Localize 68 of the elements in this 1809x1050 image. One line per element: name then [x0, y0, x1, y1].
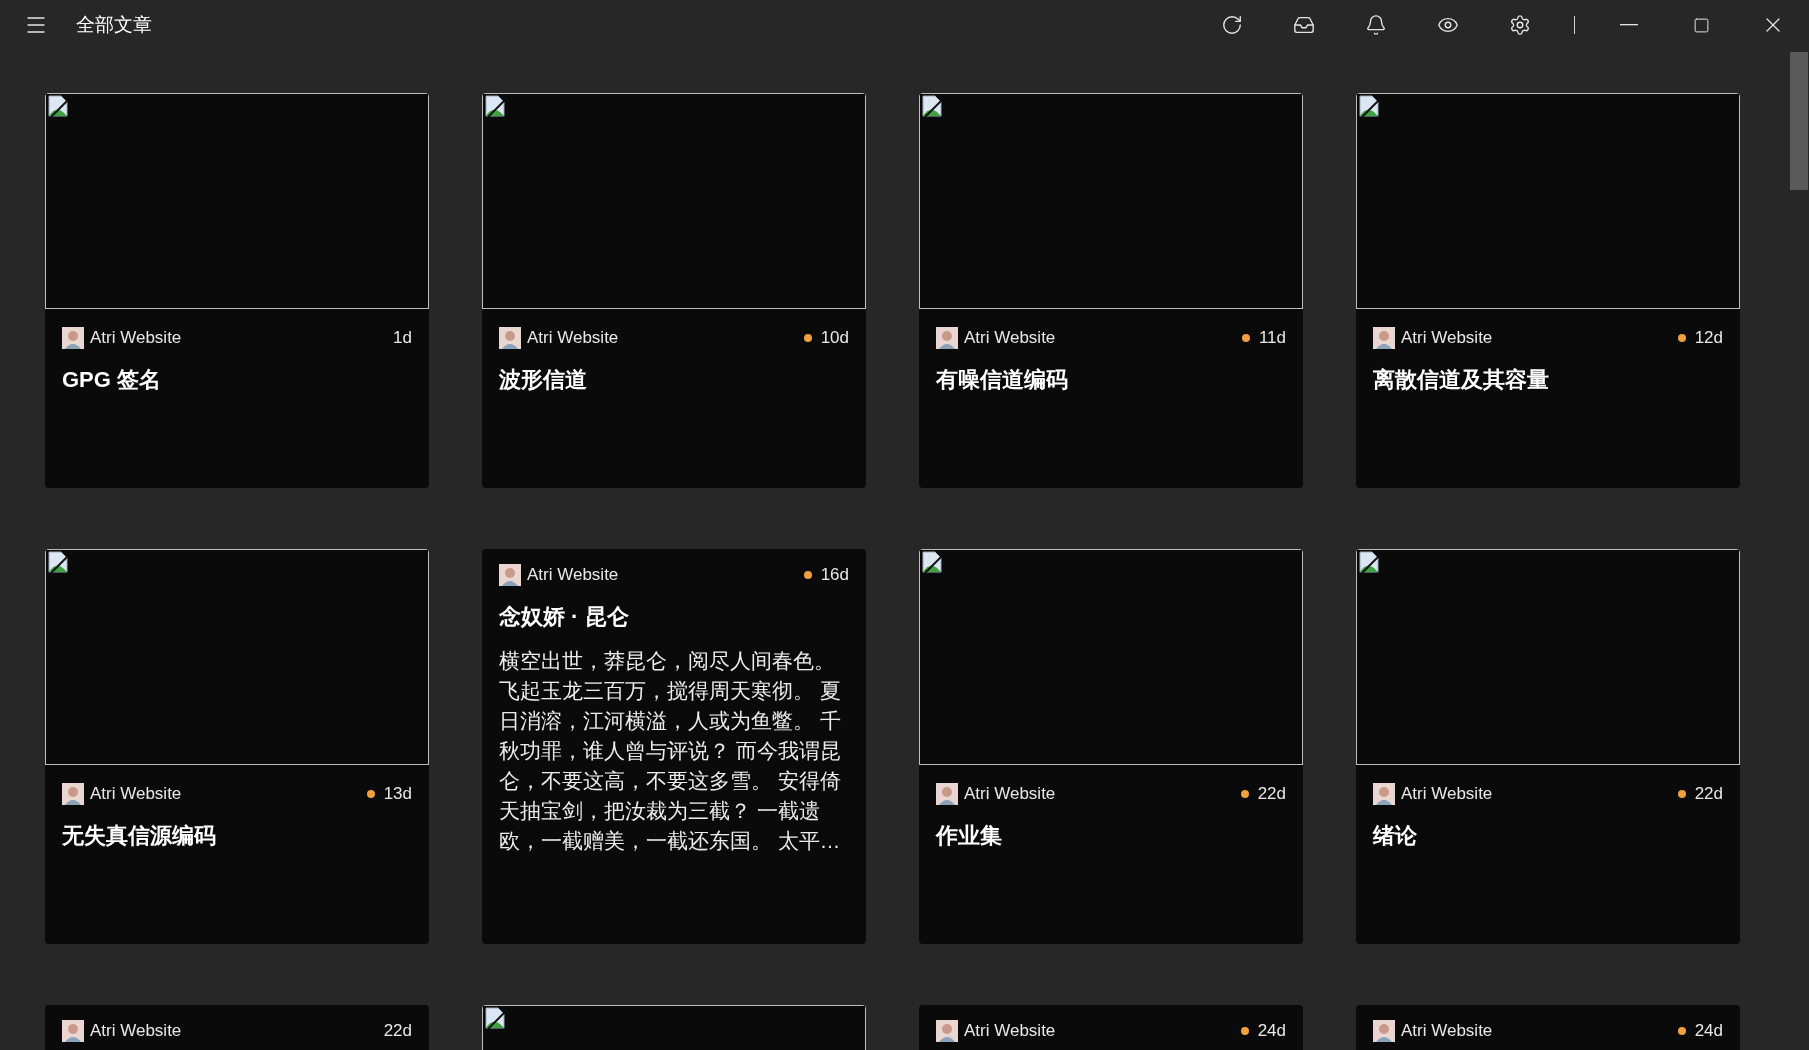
avatar-icon	[1373, 327, 1395, 349]
article-card[interactable]: Atri Website 10d 波形信道	[482, 93, 866, 488]
article-card[interactable]: Atri Website 12d 离散信道及其容量	[1356, 93, 1740, 488]
source-name: Atri Website	[1401, 1020, 1493, 1043]
time-label: 22d	[1694, 783, 1723, 806]
broken-image-icon	[921, 551, 943, 573]
time-label: 10d	[820, 327, 849, 350]
source-name: Atri Website	[964, 327, 1056, 350]
article-title: 波形信道	[499, 366, 588, 394]
article-title: 离散信道及其容量	[1373, 366, 1550, 394]
avatar-icon	[936, 327, 958, 349]
article-card[interactable]: Atri Website 24d	[1356, 1005, 1740, 1050]
article-title: 念奴娇 · 昆仑	[499, 603, 630, 631]
source-name: Atri Website	[90, 327, 182, 350]
avatar-icon	[62, 1020, 84, 1042]
time-label: 11d	[1258, 327, 1286, 350]
source-name: Atri Website	[527, 564, 619, 587]
article-card[interactable]: Atri Website 16d 念奴娇 · 昆仑 横空出世，莽昆仑，阅尽人间春色。飞起玉龙三百万，搅得周天寒彻。 夏日消溶，江河横溢，人或为鱼鳖。 千秋功罪，谁人曾与评说？ 而今我谓昆仑，不要这高，不要这多雪。 安得倚天抽宝剑，把汝裁为三截？ 一截遗欧，一截赠美，一截还东国。 太平…	[482, 549, 866, 944]
article-title: 无失真信源编码	[62, 822, 217, 850]
broken-image-icon	[1358, 95, 1380, 117]
source-name: Atri Website	[1401, 327, 1493, 350]
broken-image-icon	[1358, 551, 1380, 573]
time-label: 22d	[1257, 783, 1286, 806]
bell-icon	[1365, 14, 1387, 36]
article-card[interactable]: Atri Website 13d 无失真信源编码	[45, 549, 429, 944]
article-card[interactable]: Atri Website 22d 绪论	[1356, 549, 1740, 944]
article-card[interactable]: Atri Website 1d GPG 签名	[45, 93, 429, 488]
minimize-icon	[1620, 24, 1638, 26]
broken-image-icon	[47, 551, 69, 573]
avatar-icon	[1373, 1020, 1395, 1042]
time-label: 13d	[383, 783, 412, 806]
time-label: 22d	[383, 1020, 412, 1043]
broken-image-icon	[484, 95, 506, 117]
refresh-icon	[1221, 14, 1243, 36]
time-label: 16d	[820, 564, 849, 587]
article-title: GPG 签名	[62, 366, 162, 394]
maximize-icon	[1692, 16, 1710, 34]
inbox-icon	[1293, 14, 1315, 36]
time-label: 12d	[1694, 327, 1723, 350]
avatar-icon	[62, 783, 84, 805]
article-card[interactable]: Atri Website 24d	[919, 1005, 1303, 1050]
article-card[interactable]: Atri Website 22d 作业集	[919, 549, 1303, 944]
avatar-icon	[1373, 783, 1395, 805]
article-title: 绪论	[1373, 822, 1418, 850]
avatar-icon	[936, 1020, 958, 1042]
avatar-icon	[499, 564, 521, 586]
article-title: 作业集	[936, 822, 1003, 850]
article-card[interactable]: Atri Website 11d 有噪信道编码	[919, 93, 1303, 488]
source-name: Atri Website	[90, 1020, 182, 1043]
broken-image-icon	[47, 95, 69, 117]
avatar-icon	[936, 783, 958, 805]
time-label: 24d	[1257, 1020, 1286, 1043]
source-name: Atri Website	[527, 327, 619, 350]
scrollbar-thumb[interactable]	[1790, 52, 1808, 190]
article-card[interactable]: Atri Website 22d	[45, 1005, 429, 1050]
source-name: Atri Website	[964, 1020, 1056, 1043]
avatar-icon	[62, 327, 84, 349]
article-title: 有噪信道编码	[936, 366, 1069, 394]
window-title: 全部文章	[76, 12, 152, 37]
article-summary: 横空出世，莽昆仑，阅尽人间春色。飞起玉龙三百万，搅得周天寒彻。 夏日消溶，江河横溢，人或为鱼鳖。 千秋功罪，谁人曾与评说？ 而今我谓昆仑，不要这高，不要这多雪。 安得倚天抽宝剑，把汝裁为三截？ 一截遗欧，一截赠美，一截还东国。 太平…	[499, 648, 842, 854]
settings-icon	[1509, 14, 1531, 36]
avatar-icon	[499, 327, 521, 349]
time-label: 24d	[1694, 1020, 1723, 1043]
time-label: 1d	[393, 327, 412, 350]
source-name: Atri Website	[1401, 783, 1493, 806]
source-name: Atri Website	[90, 783, 182, 806]
source-name: Atri Website	[964, 783, 1056, 806]
broken-image-icon	[921, 95, 943, 117]
